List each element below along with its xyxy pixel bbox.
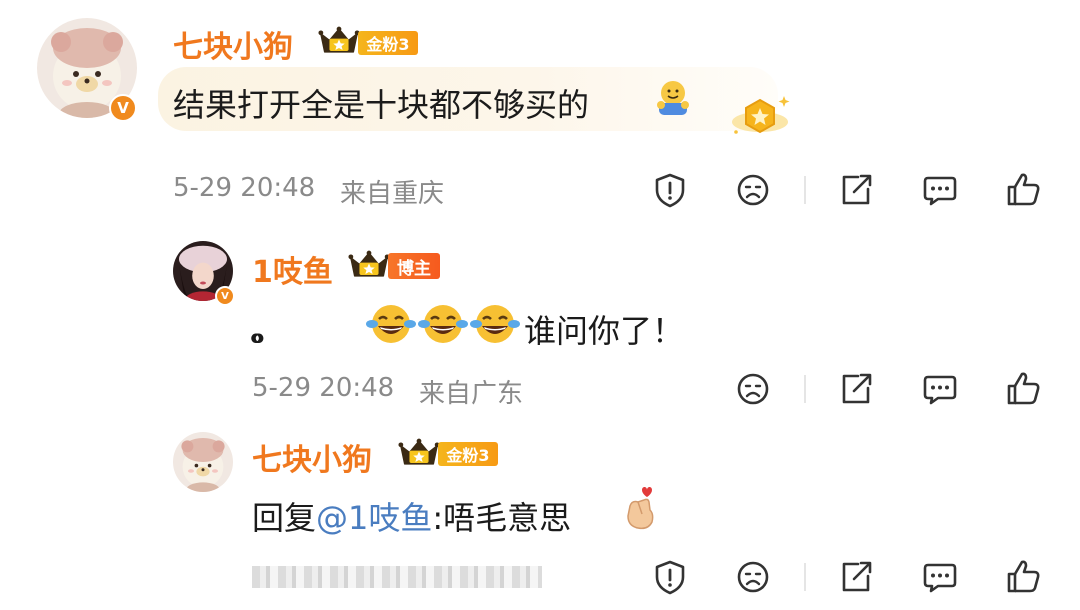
report-shield-icon[interactable] (650, 170, 690, 210)
comment-dots: 。。。。 (250, 314, 283, 349)
share-icon[interactable] (836, 170, 876, 210)
comment-icon[interactable] (920, 170, 960, 210)
thumbs-up-icon[interactable] (1003, 557, 1043, 597)
comment-icon[interactable] (920, 369, 960, 409)
comment-icon[interactable] (920, 557, 960, 597)
username[interactable]: 七块小狗 (252, 435, 372, 479)
share-icon[interactable] (836, 369, 876, 409)
crown-icon (318, 25, 360, 56)
avatar[interactable]: V (37, 18, 137, 122)
divider (804, 375, 806, 403)
comment-time: 5-29 20:48 (173, 173, 316, 203)
verified-badge-icon: V (215, 286, 235, 306)
comment-content: 谁问你了！ (524, 312, 685, 350)
fan-badge: 金粉3 (358, 31, 418, 55)
sad-face-icon[interactable] (733, 170, 773, 210)
share-icon[interactable] (836, 557, 876, 597)
thumbs-up-icon[interactable] (1003, 170, 1043, 210)
avatar[interactable] (173, 432, 233, 492)
verified-badge-icon: V (109, 94, 137, 122)
comment-location: 来自广东 (419, 379, 524, 409)
gold-medal-icon (728, 92, 792, 140)
comment-content: 回复@1吱鱼:唔毛意思 (252, 493, 571, 539)
tears-of-joy-emoji (418, 302, 468, 346)
report-shield-icon[interactable] (650, 557, 690, 597)
thumbs-up-icon[interactable] (1003, 369, 1043, 409)
sad-face-icon[interactable] (733, 369, 773, 409)
blogger-badge: 博主 (388, 253, 440, 279)
hug-emoji (653, 78, 693, 118)
avatar[interactable]: V (173, 241, 235, 306)
tears-of-joy-emoji (470, 302, 520, 346)
tears-of-joy-emoji (366, 302, 416, 346)
username[interactable]: 七块小狗 (173, 22, 293, 66)
reply-prefix: 回复 (252, 499, 317, 537)
blurred-meta (252, 566, 542, 588)
divider (804, 563, 806, 591)
reply-text: :唔毛意思 (432, 499, 572, 537)
comment-location: 来自重庆 (340, 179, 445, 209)
fan-badge: 金粉3 (438, 442, 498, 466)
comment-time: 5-29 20:48 (252, 373, 395, 403)
username[interactable]: 1吱鱼 (252, 247, 333, 291)
divider (804, 176, 806, 204)
mention-link[interactable]: @1吱鱼 (316, 499, 432, 537)
sad-face-icon[interactable] (733, 557, 773, 597)
finger-heart-emoji (620, 484, 664, 532)
crown-icon (398, 437, 440, 468)
crown-icon (348, 249, 390, 280)
comment-content: 结果打开全是十块都不够买的 (173, 86, 590, 124)
